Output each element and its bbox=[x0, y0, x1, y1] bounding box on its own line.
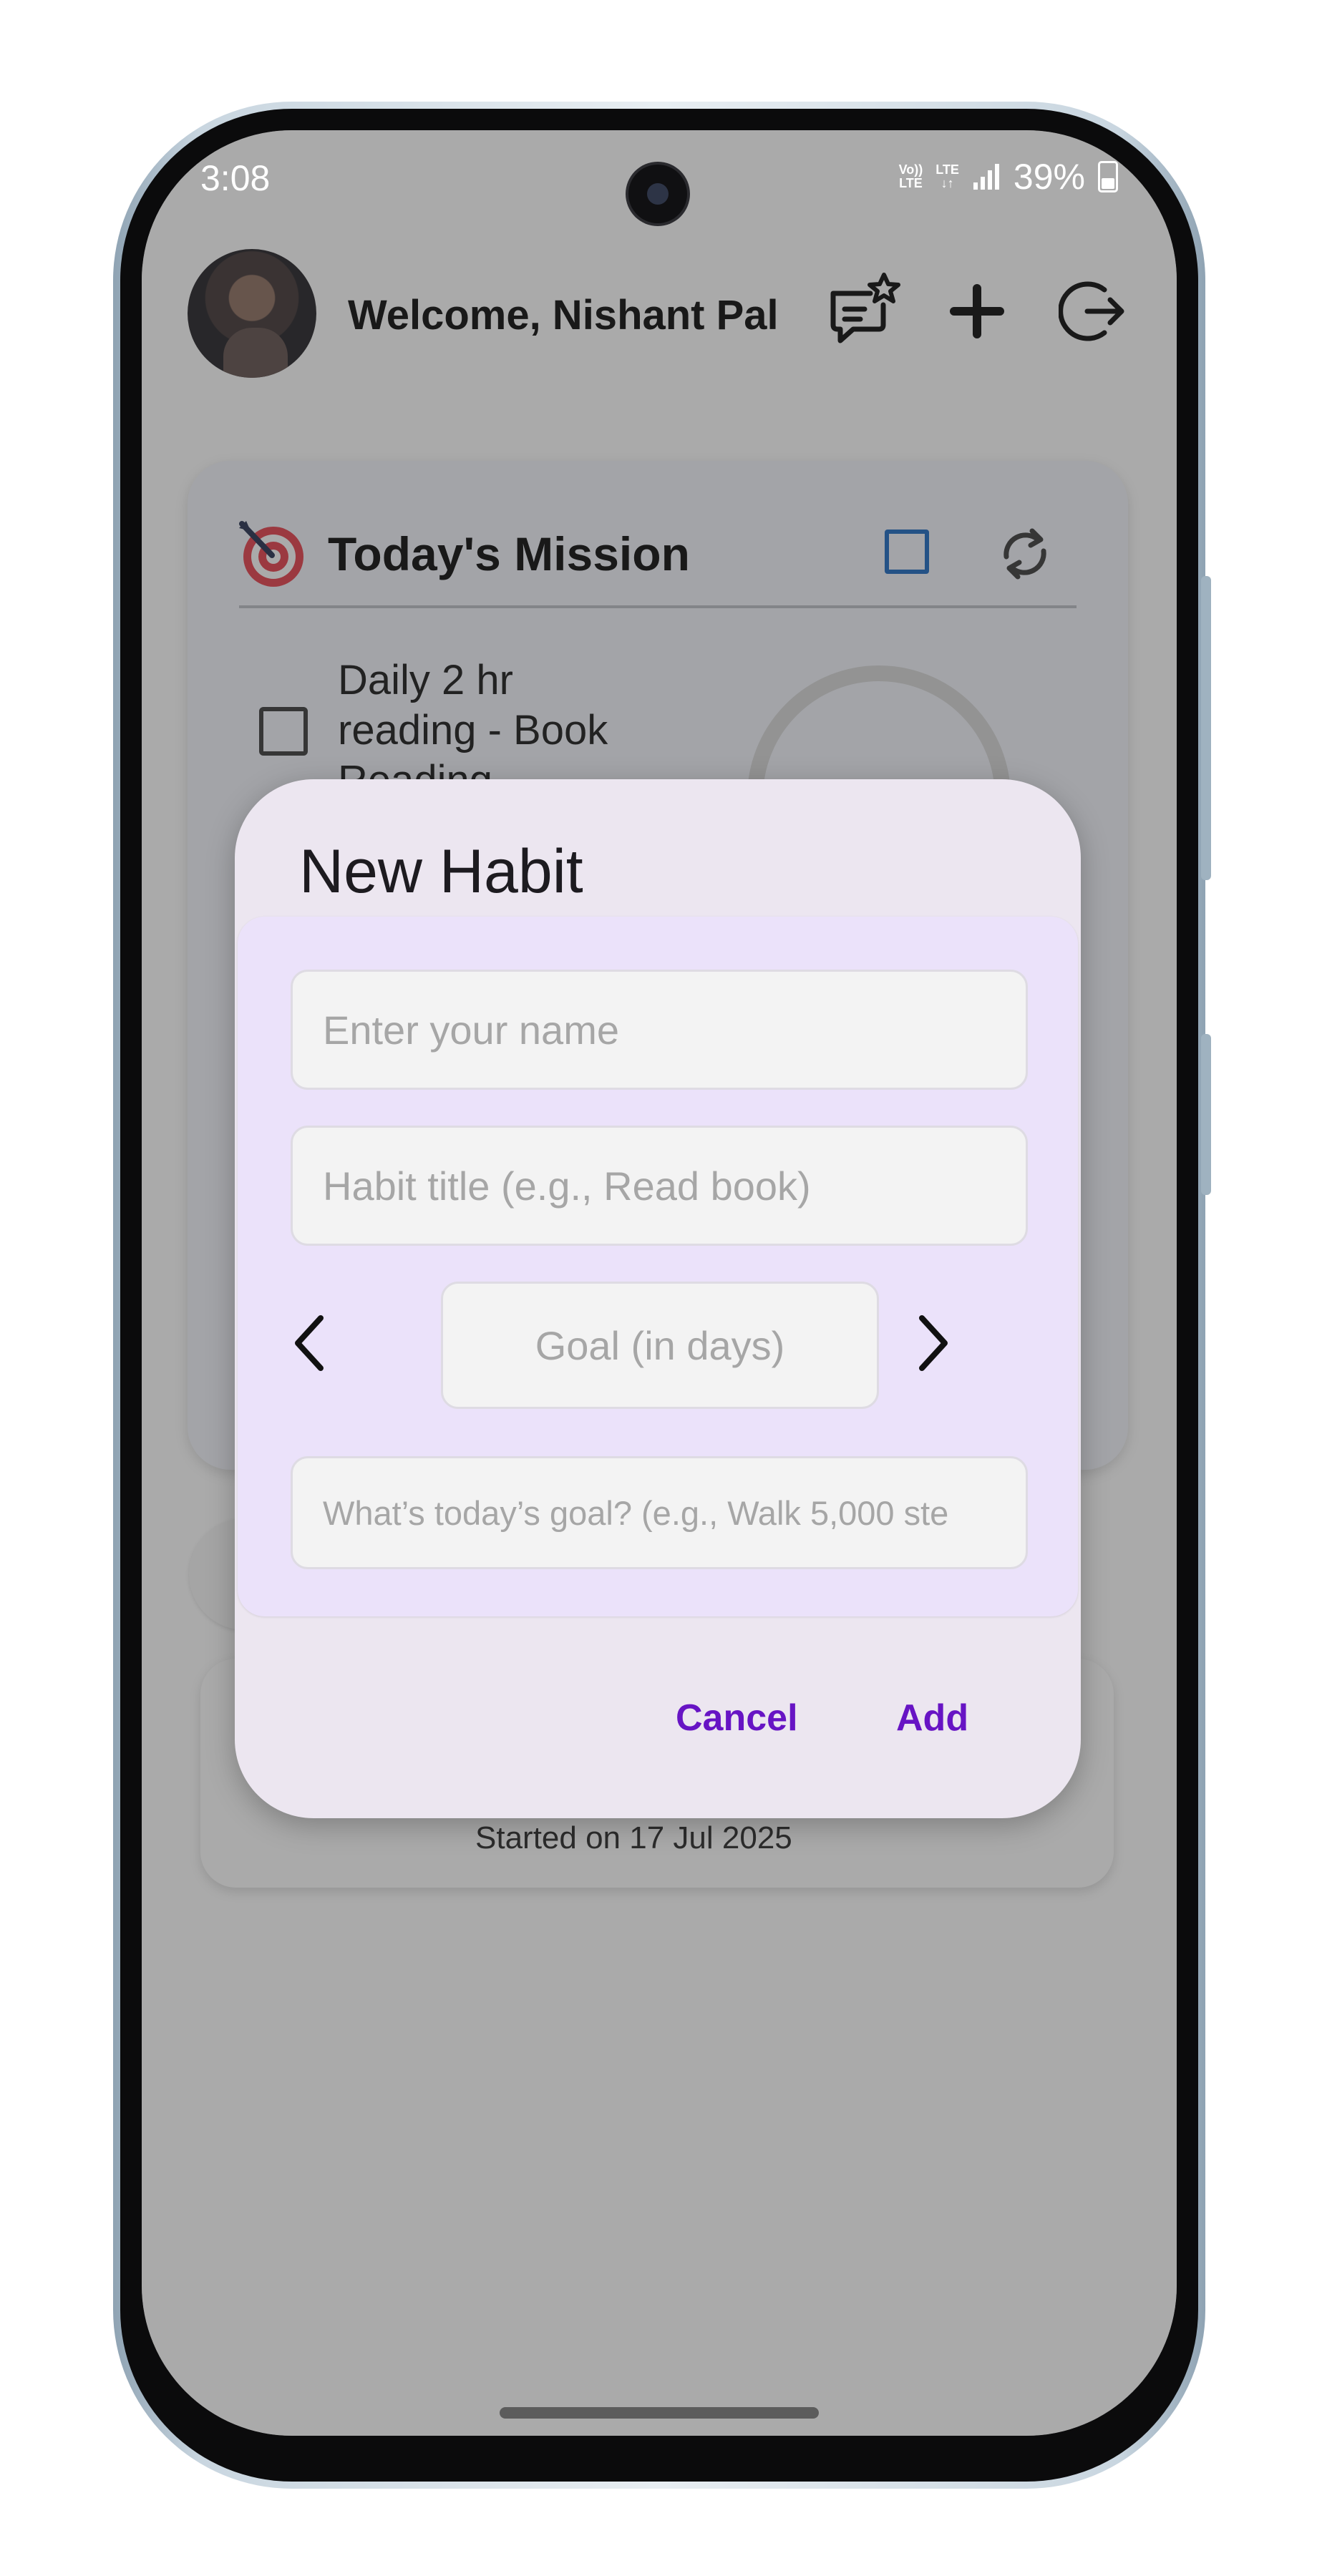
status-icons: Vo)) LTE LTE ↓↑ 39% bbox=[899, 156, 1118, 197]
name-input[interactable]: Enter your name bbox=[291, 970, 1028, 1090]
today-goal-input[interactable]: What’s today’s goal? (e.g., Walk 5,000 s… bbox=[291, 1456, 1028, 1569]
battery-percent: 39% bbox=[1013, 157, 1085, 197]
app-screen: Welcome, Nishant Pal Today's Mission Dai… bbox=[142, 130, 1177, 2436]
cancel-button[interactable]: Cancel bbox=[676, 1697, 798, 1740]
battery-icon bbox=[1098, 161, 1118, 192]
dialog-title: New Habit bbox=[299, 837, 583, 906]
volte-icon: Vo)) LTE bbox=[898, 162, 923, 190]
camera-cutout bbox=[628, 165, 687, 223]
power-button bbox=[1201, 1034, 1211, 1195]
volume-button bbox=[1201, 576, 1211, 880]
goal-days-input[interactable]: Goal (in days) bbox=[441, 1282, 879, 1409]
add-button[interactable]: Add bbox=[896, 1697, 968, 1740]
chevron-right-icon[interactable] bbox=[890, 1300, 976, 1386]
dialog-form: Enter your name Habit title (e.g., Read … bbox=[238, 917, 1078, 1616]
signal-icon bbox=[973, 164, 999, 190]
lte-icon: LTE ↓↑ bbox=[935, 162, 959, 190]
new-habit-dialog: New Habit Enter your name Habit title (e… bbox=[235, 779, 1081, 1818]
status-time: 3:08 bbox=[200, 158, 271, 198]
habit-title-input[interactable]: Habit title (e.g., Read book) bbox=[291, 1126, 1028, 1246]
chevron-left-icon[interactable] bbox=[266, 1300, 352, 1386]
